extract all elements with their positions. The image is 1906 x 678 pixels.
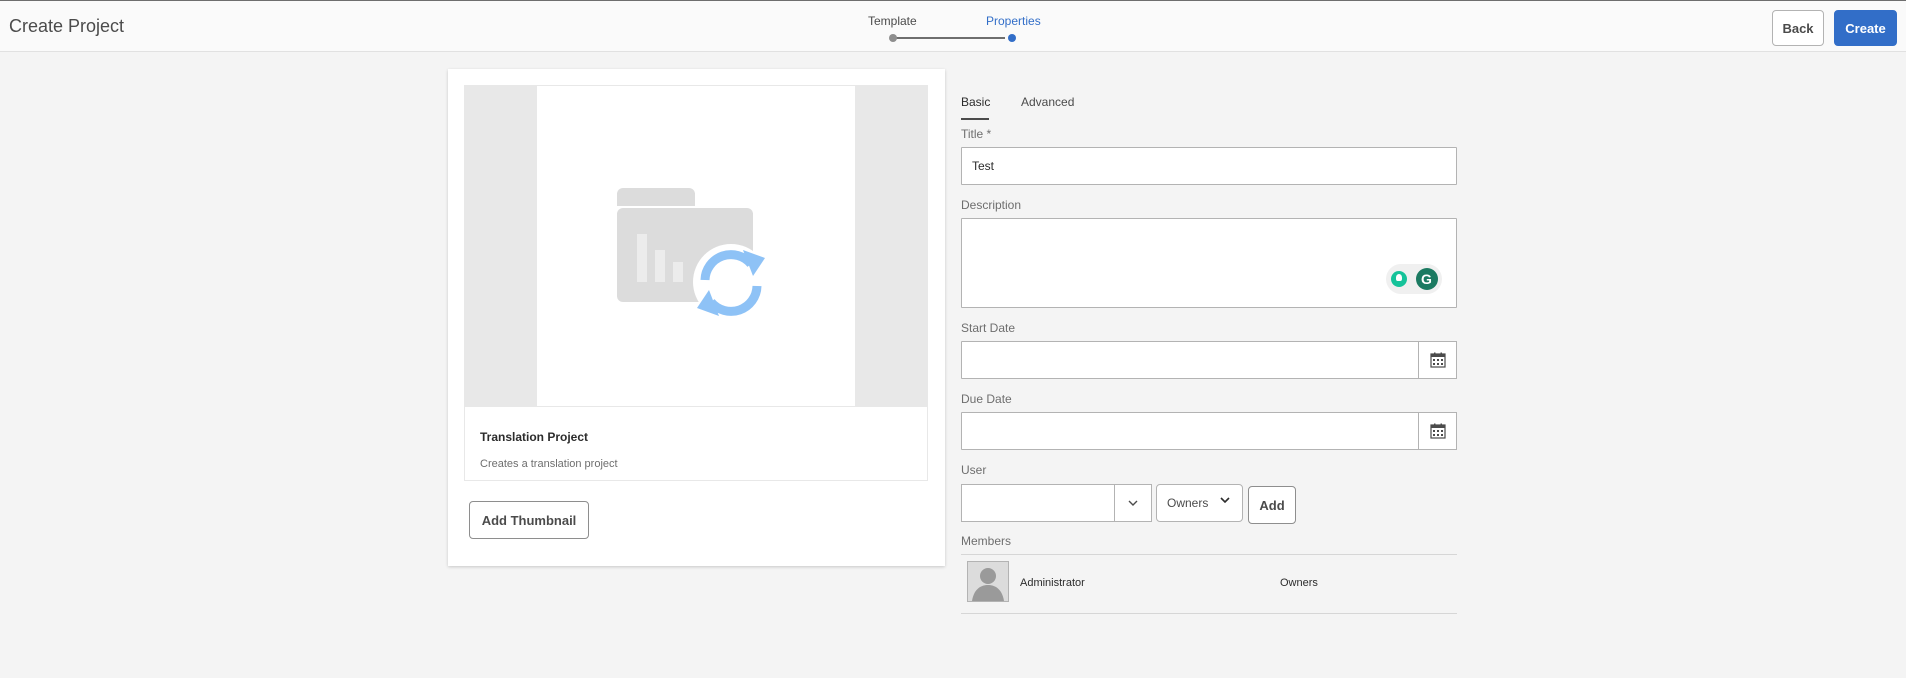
grammarly-logo-icon[interactable]: G: [1415, 268, 1438, 290]
step-properties-dot: [1008, 34, 1016, 42]
due-date-calendar-button[interactable]: [1418, 412, 1457, 450]
start-date-input[interactable]: [961, 341, 1419, 379]
tab-advanced[interactable]: Advanced: [1021, 95, 1074, 109]
calendar-icon: [1429, 423, 1446, 439]
due-date-input[interactable]: [961, 412, 1419, 450]
start-date-label: Start Date: [961, 321, 1016, 335]
avatar: [967, 561, 1009, 602]
add-thumbnail-button[interactable]: Add Thumbnail: [469, 501, 589, 539]
title-input[interactable]: Test: [961, 147, 1457, 185]
calendar-icon: [1429, 352, 1446, 368]
tab-basic[interactable]: Basic: [961, 95, 990, 109]
description-label: Description: [961, 198, 1022, 212]
description-textarea[interactable]: [961, 218, 1457, 308]
template-title: Translation Project: [480, 430, 589, 444]
step-connector: [893, 37, 1005, 39]
start-date-calendar-button[interactable]: [1418, 341, 1457, 379]
members-label: Members: [961, 534, 1012, 548]
user-autocomplete[interactable]: [961, 484, 1152, 522]
title-label: Title *: [961, 127, 992, 141]
back-button[interactable]: Back: [1772, 10, 1824, 46]
chevron-down-icon: [1128, 500, 1138, 506]
page-title: Create Project: [9, 16, 125, 36]
step-template[interactable]: Template: [868, 14, 917, 28]
user-dropdown-toggle[interactable]: [1114, 485, 1151, 521]
top-bar: Create Project Template Properties Back …: [0, 0, 1906, 52]
due-date-label: Due Date: [961, 392, 1012, 406]
template-description: Creates a translation project: [480, 458, 618, 470]
active-tab-indicator: [961, 118, 989, 120]
chevron-down-icon: [1220, 497, 1230, 503]
member-name: Administrator: [1020, 577, 1085, 589]
step-properties[interactable]: Properties: [986, 14, 1041, 28]
members-divider-bottom: [961, 613, 1457, 614]
role-select[interactable]: Owners: [1156, 484, 1243, 522]
template-thumbnail: Translation Project Creates a translatio…: [464, 85, 928, 481]
add-member-button[interactable]: Add: [1248, 486, 1296, 524]
grammarly-suggestion-icon[interactable]: [1390, 271, 1407, 287]
grammarly-widget[interactable]: G: [1386, 264, 1442, 294]
role-select-value: Owners: [1167, 496, 1209, 510]
create-button[interactable]: Create: [1834, 10, 1897, 46]
step-template-dot: [889, 34, 897, 42]
member-role: Owners: [1280, 577, 1318, 589]
wizard-steps: Template Properties: [858, 11, 1048, 47]
translation-project-icon: [617, 188, 769, 318]
user-avatar-icon: [968, 562, 1008, 601]
members-divider-top: [961, 554, 1457, 555]
template-card: Translation Project Creates a translatio…: [448, 69, 945, 566]
user-label: User: [961, 463, 987, 477]
